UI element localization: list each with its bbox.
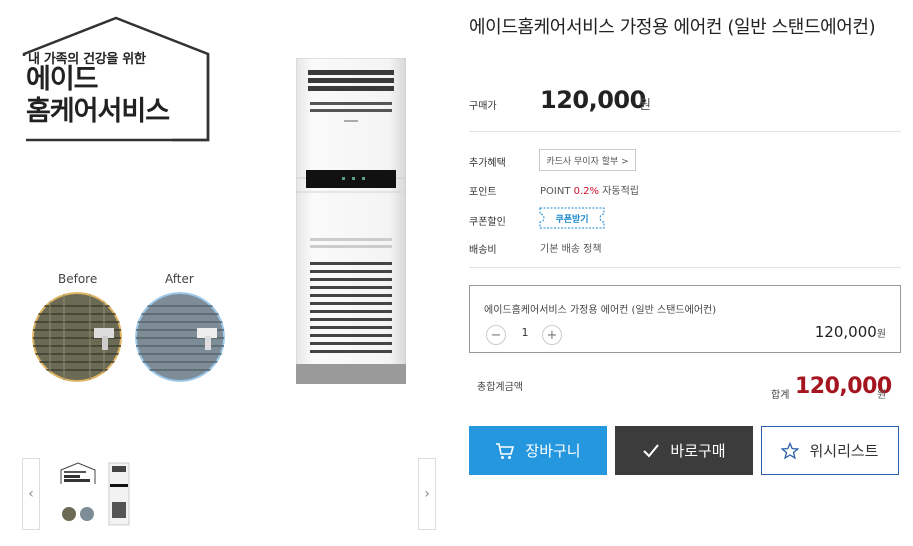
- selected-option-box: 에이드홈케어서비스 가정용 에어컨 (일반 스탠드에어컨) − 1 + 120,…: [469, 285, 901, 353]
- point-rate: 0.2%: [573, 186, 600, 197]
- thumbnail-brand[interactable]: [60, 462, 96, 526]
- coupon-button-label: 쿠폰받기: [555, 214, 589, 225]
- buy-now-button[interactable]: 바로구매: [615, 426, 753, 475]
- add-to-wishlist-label: 위시리스트: [809, 442, 879, 460]
- option-price-value: 120,000: [814, 323, 877, 341]
- shipping-label: 배송비: [469, 245, 497, 256]
- card-installment-button[interactable]: 카드사 무이자 할부 >: [539, 149, 636, 171]
- chevron-left-icon[interactable]: ‹: [22, 458, 40, 530]
- cart-icon: [496, 442, 515, 459]
- add-to-cart-button[interactable]: 장바구니: [469, 426, 607, 475]
- divider: [469, 131, 901, 132]
- point-prefix: POINT: [540, 186, 574, 197]
- quantity-increase-button[interactable]: +: [542, 325, 562, 345]
- price-currency: 원: [639, 98, 651, 113]
- check-icon: [643, 443, 660, 457]
- product-title: 에이드홈케어서비스 가정용 에어컨 (일반 스탠드에어컨): [469, 17, 876, 38]
- total-label: 총합계금액: [477, 382, 523, 393]
- thumbnail-product[interactable]: [108, 462, 130, 526]
- add-to-cart-label: 장바구니: [525, 442, 581, 460]
- before-label: Before: [58, 272, 98, 286]
- buy-now-label: 바로구매: [670, 442, 726, 460]
- benefit-label: 추가혜택: [469, 158, 506, 169]
- chevron-right-icon[interactable]: ›: [418, 458, 436, 530]
- coupon-button[interactable]: 쿠폰받기: [539, 207, 605, 229]
- thumbnail-strip: ‹ ›: [22, 458, 437, 530]
- divider: [469, 267, 901, 268]
- total-currency: 원: [877, 390, 887, 401]
- coupon-label: 쿠폰할인: [469, 217, 506, 228]
- total-sum-label: 합계: [771, 390, 790, 401]
- quantity-value[interactable]: 1: [514, 326, 536, 339]
- product-info: 에이드홈케어서비스 가정용 에어컨 (일반 스탠드에어컨) 구매가 120,00…: [469, 0, 901, 546]
- product-gallery: 내 가족의 건강을 위한 에이드 홈케어서비스 Before After ‹ ›: [0, 0, 450, 546]
- shipping-value: 기본 배송 정책: [540, 244, 602, 255]
- add-to-wishlist-button[interactable]: 위시리스트: [761, 426, 899, 475]
- brand-name-line2: 홈케어서비스: [26, 96, 170, 127]
- option-price-currency: 원: [876, 329, 886, 340]
- after-image: [135, 292, 225, 382]
- point-suffix: 자동적립: [599, 186, 640, 197]
- option-name: 에이드홈케어서비스 가정용 에어컨 (일반 스탠드에어컨): [484, 305, 717, 316]
- star-icon: [781, 441, 800, 459]
- point-value: POINT 0.2% 자동적립: [540, 182, 639, 197]
- product-image[interactable]: [296, 58, 406, 384]
- price-value: 120,000: [540, 86, 646, 114]
- point-label: 포인트: [469, 187, 497, 198]
- quantity-decrease-button[interactable]: −: [486, 325, 506, 345]
- price-label: 구매가: [469, 101, 497, 112]
- after-label: After: [165, 272, 194, 286]
- before-image: [32, 292, 122, 382]
- brand-name-line1: 에이드: [26, 64, 99, 95]
- option-price: 120,000원: [815, 323, 886, 341]
